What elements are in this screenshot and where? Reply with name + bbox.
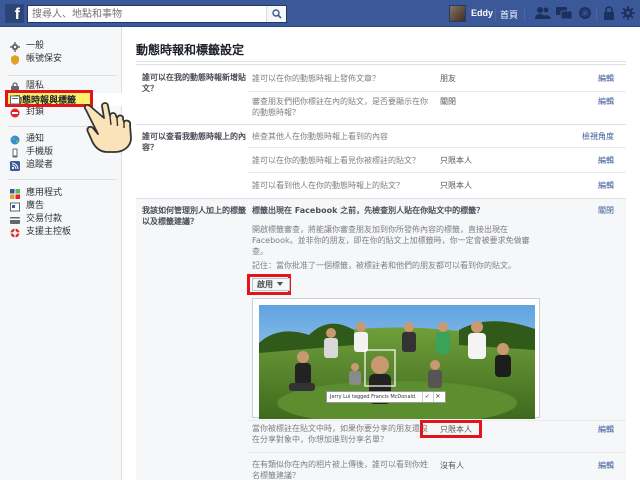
setting-question: 誰可以看到他人在你的動態時報上的貼文？ xyxy=(252,181,404,190)
expanded-setting-title: 標籤出現在 Facebook 之前，先檢查別人貼在你貼文中的標籤？ xyxy=(252,206,485,215)
divider xyxy=(524,7,525,21)
dropdown-selected-value: 啟用 xyxy=(257,280,273,289)
apps-icon xyxy=(10,189,20,199)
setting-value: 沒有人 xyxy=(440,461,464,470)
sidebar-item-followers[interactable]: 追蹤者 xyxy=(0,159,122,172)
sidebar-item-label: 一般 xyxy=(26,41,45,51)
timeline-icon xyxy=(10,95,20,105)
setting-question: 檢查其他人在你動態時報上看到的內容 xyxy=(252,132,388,141)
home-link[interactable]: 首頁 xyxy=(500,8,518,21)
view-as-link[interactable]: 檢視角度 xyxy=(582,131,614,142)
sidebar-item-security[interactable]: 帳號保安 xyxy=(0,53,122,66)
notifications-icon[interactable] xyxy=(578,6,592,20)
divider xyxy=(136,64,626,65)
divider xyxy=(596,7,597,21)
block-icon xyxy=(10,108,20,118)
divider xyxy=(136,198,626,199)
sidebar-item-label: 交易付款 xyxy=(26,214,63,224)
edit-link[interactable]: 編輯 xyxy=(598,460,614,471)
sidebar-item-label: 通知 xyxy=(26,134,45,144)
sidebar-item-label: 應用程式 xyxy=(26,188,63,198)
edit-link[interactable]: 編輯 xyxy=(598,155,614,166)
setting-value: 關閉 xyxy=(440,97,456,106)
sidebar-item-general[interactable]: 一般 xyxy=(0,40,122,53)
globe-icon xyxy=(10,135,20,145)
sidebar-item-label: 手機版 xyxy=(26,147,54,157)
setting-question: 當你被標註在貼文中時，如果你要分享的朋友還沒在分享對象中，你想加進到分享名單？ xyxy=(252,424,428,444)
profile-link[interactable]: Eddy xyxy=(471,8,493,18)
ads-icon xyxy=(10,202,20,212)
page-title: 動態時報和標籤設定 xyxy=(136,43,245,57)
edit-link[interactable]: 編輯 xyxy=(598,96,614,107)
section-label: 我該如何管理別人加上的標籤以及標籤建議？ xyxy=(142,206,246,226)
sidebar-item-ads[interactable]: 廣告 xyxy=(0,200,122,213)
mobile-icon xyxy=(12,148,18,158)
setting-value: 只限本人 xyxy=(440,181,472,190)
search-input[interactable] xyxy=(28,6,264,22)
tag-review-dropdown[interactable]: 啟用 xyxy=(252,278,290,291)
sidebar-item-label: 追蹤者 xyxy=(26,160,54,170)
facebook-logo[interactable]: f xyxy=(5,4,24,23)
close-link[interactable]: 關閉 xyxy=(598,205,614,216)
group-photo: Jerry Lui tagged Francis McDonald. ✓ ✕ xyxy=(259,305,535,419)
expanded-setting-description: 開啟標籤審查，將能讓你審查朋友加到你所發佈內容的標籤，直接出現在 Faceboo… xyxy=(252,225,530,256)
sidebar-item-label: 廣告 xyxy=(26,201,45,211)
divider xyxy=(248,91,626,92)
divider xyxy=(136,124,626,125)
avatar[interactable] xyxy=(449,5,466,22)
privacy-shortcuts-icon[interactable] xyxy=(603,6,615,20)
divider xyxy=(248,147,626,148)
settings-gear-icon[interactable] xyxy=(621,6,635,20)
setting-question: 誰可以在你的動態時報上發佈文章？ xyxy=(252,74,380,83)
sidebar-item-label: 封鎖 xyxy=(26,107,45,117)
divider xyxy=(8,75,116,76)
tag-preview-card: Jerry Lui tagged Francis McDonald. ✓ ✕ xyxy=(252,298,540,419)
divider xyxy=(495,7,496,21)
divider xyxy=(248,172,626,173)
friend-requests-icon[interactable] xyxy=(535,6,551,20)
sidebar-item-payments[interactable]: 交易付款 xyxy=(0,213,122,226)
setting-value: 只限本人 xyxy=(440,425,472,434)
payment-icon xyxy=(10,217,20,224)
top-bar: f Eddy 首頁 xyxy=(0,0,640,27)
search-icon xyxy=(272,9,282,19)
sidebar-item-apps[interactable]: 應用程式 xyxy=(0,187,122,200)
highlighted-sidebar-label: 動態時報與標籤 xyxy=(13,96,77,106)
setting-question: 誰可以在你的動態時報上看見你被標註的貼文？ xyxy=(252,156,420,165)
divider xyxy=(8,179,116,180)
search-box[interactable] xyxy=(27,5,287,23)
setting-value: 只限本人 xyxy=(440,156,472,165)
gear-icon xyxy=(10,42,20,52)
messages-icon[interactable] xyxy=(556,6,572,20)
setting-question: 在有類似你在內的相片被上傳後，誰可以看到你姓名標籤建議？ xyxy=(252,460,428,480)
nav-group-account: 一般 帳號保安 xyxy=(0,40,122,66)
pointer-hand-icon xyxy=(83,102,132,153)
photo-tag-text: Jerry Lui tagged Francis McDonald. xyxy=(330,394,417,400)
search-button[interactable] xyxy=(266,6,286,22)
edit-link[interactable]: 編輯 xyxy=(598,424,614,435)
reject-tag-button[interactable]: ✕ xyxy=(432,392,442,402)
setting-value: 朋友 xyxy=(440,74,456,83)
setting-question: 審查朋友們把你標註在內的貼文，是否要顯示在你的動態時報？ xyxy=(252,97,428,117)
sidebar-item-label: 支援主控板 xyxy=(26,227,72,237)
shield-icon xyxy=(11,55,19,65)
photo-tag-suggestion: Jerry Lui tagged Francis McDonald. ✓ ✕ xyxy=(326,391,446,403)
edit-link[interactable]: 編輯 xyxy=(598,180,614,191)
divider xyxy=(136,61,626,62)
approve-tag-button[interactable]: ✓ xyxy=(422,392,431,402)
section-label: 誰可以查看我動態時報上的內容？ xyxy=(142,132,246,152)
chevron-down-icon xyxy=(277,282,283,286)
divider xyxy=(248,452,626,453)
rss-icon xyxy=(10,161,20,171)
expanded-setting-note: 記住：當你批准了一個標籤，被標註者和他們的朋友都可以看到你的貼文。 xyxy=(252,261,516,270)
edit-link[interactable]: 編輯 xyxy=(598,73,614,84)
nav-group-apps: 應用程式 廣告 交易付款 支援主控板 xyxy=(0,187,122,239)
sidebar-item-support-dashboard[interactable]: 支援主控板 xyxy=(0,226,122,239)
section-label: 誰可以在我的動態時報新增貼文？ xyxy=(142,73,246,93)
sidebar-item-label: 帳號保安 xyxy=(26,54,63,64)
support-icon xyxy=(10,228,20,238)
